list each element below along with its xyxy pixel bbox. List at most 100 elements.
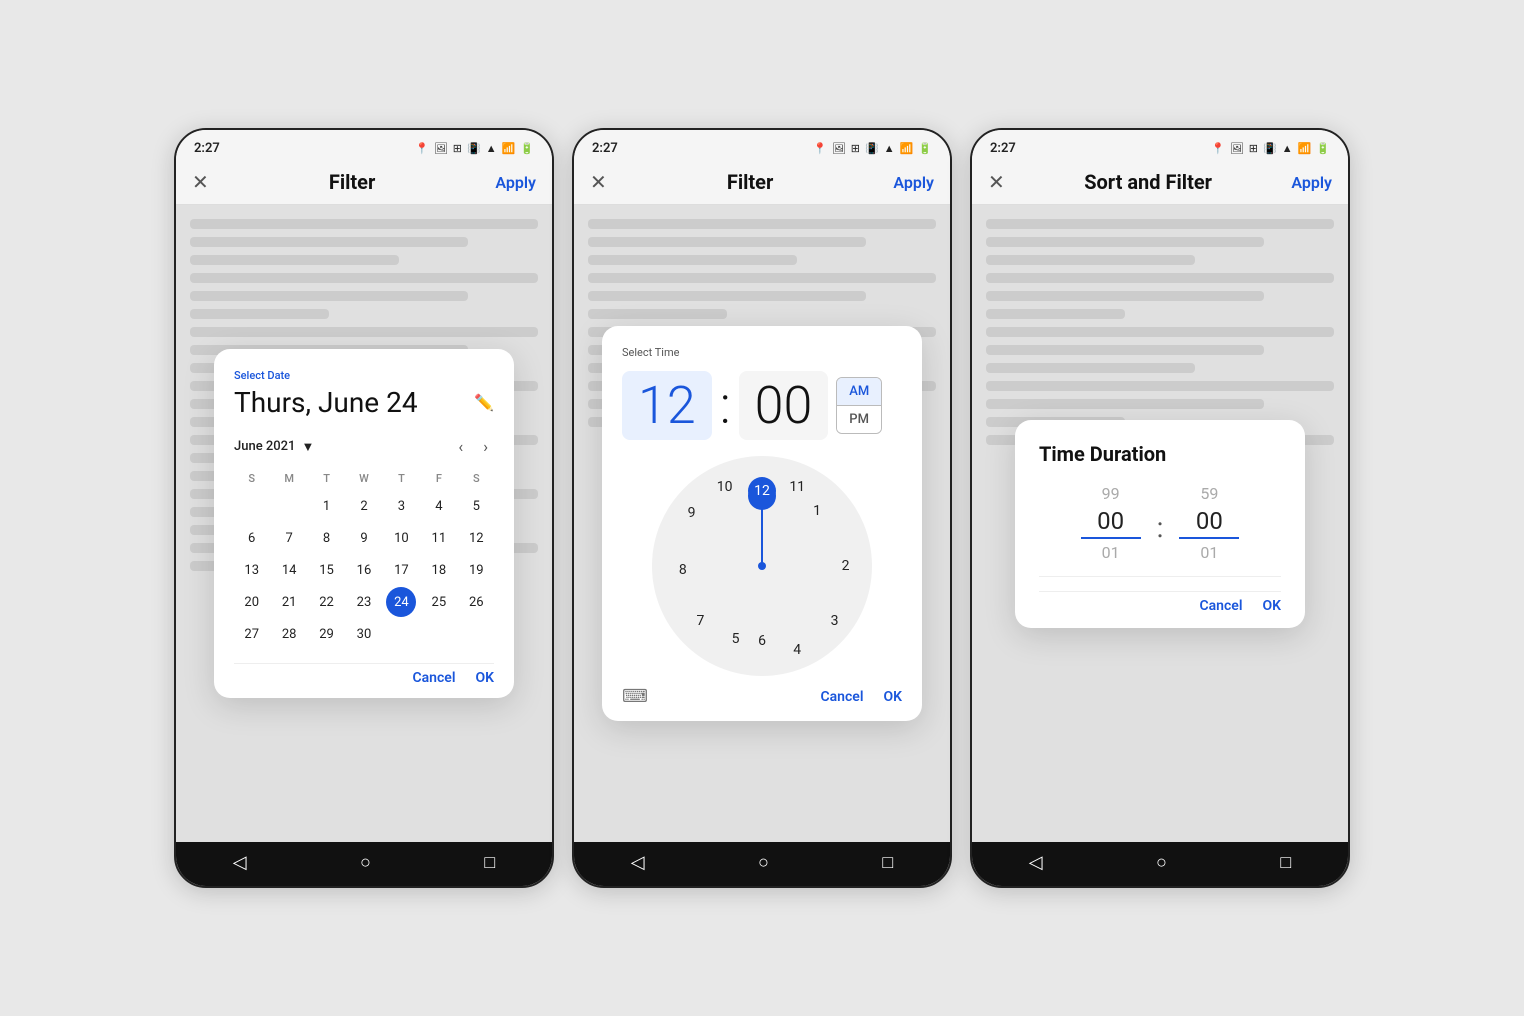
location-icon-3: 📍 bbox=[1211, 142, 1225, 155]
cal-day-30[interactable]: 30 bbox=[349, 619, 379, 649]
cal-day-11[interactable]: 11 bbox=[424, 523, 454, 553]
prev-month-button[interactable]: ‹ bbox=[452, 435, 469, 458]
vibrate-icon-3: 📳 bbox=[1263, 142, 1277, 155]
app-title-3: Sort and Filter bbox=[1084, 170, 1212, 194]
recents-icon-2[interactable]: □ bbox=[882, 852, 893, 873]
duration-dialog-actions: Cancel OK bbox=[1039, 591, 1281, 614]
cal-day-empty bbox=[461, 619, 491, 649]
app-bar-2: ✕ Filter Apply bbox=[574, 162, 950, 205]
duration-dialog: Time Duration 99 00 01 : 59 00 01 bbox=[1015, 420, 1305, 628]
clock-num-4[interactable]: 4 bbox=[793, 642, 801, 658]
cal-day-1[interactable]: 1 bbox=[312, 491, 342, 521]
close-button-2[interactable]: ✕ bbox=[590, 170, 607, 194]
clock-num-11[interactable]: 11 bbox=[789, 479, 805, 495]
duration-title: Time Duration bbox=[1039, 442, 1281, 466]
back-icon-1[interactable]: ◁ bbox=[233, 852, 247, 873]
keyboard-icon[interactable]: ⌨ bbox=[622, 686, 648, 707]
clock-num-7[interactable]: 7 bbox=[696, 613, 704, 629]
clock-num-8[interactable]: 8 bbox=[679, 562, 687, 578]
app-bar-3: ✕ Sort and Filter Apply bbox=[972, 162, 1348, 205]
recents-icon-3[interactable]: □ bbox=[1280, 852, 1291, 873]
close-button-1[interactable]: ✕ bbox=[192, 170, 209, 194]
clock-hand bbox=[761, 496, 763, 566]
calendar-cancel-button[interactable]: Cancel bbox=[413, 670, 456, 686]
clock-num-10[interactable]: 10 bbox=[717, 479, 733, 495]
apply-button-3[interactable]: Apply bbox=[1291, 173, 1332, 192]
home-icon-2[interactable]: ○ bbox=[758, 852, 769, 873]
close-button-3[interactable]: ✕ bbox=[988, 170, 1005, 194]
cal-day-2[interactable]: 2 bbox=[349, 491, 379, 521]
cal-day-9[interactable]: 9 bbox=[349, 523, 379, 553]
cal-day-20[interactable]: 20 bbox=[237, 587, 267, 617]
next-month-button[interactable]: › bbox=[477, 435, 494, 458]
cal-day-25[interactable]: 25 bbox=[424, 587, 454, 617]
calendar-dialog-overlay: Select Date Thurs, June 24 ✏️ June 2021 … bbox=[176, 205, 552, 842]
duration-value-hours[interactable]: 00 bbox=[1081, 507, 1141, 539]
clock-num-3[interactable]: 3 bbox=[831, 613, 839, 629]
battery-icon-2: 🔋 bbox=[918, 142, 932, 155]
status-bar-1: 2:27 📍 🖼 ⊞ 📳 ▲ 📶 🔋 bbox=[176, 130, 552, 162]
cal-day-23[interactable]: 23 bbox=[349, 587, 379, 617]
image-icon-2: 🖼 bbox=[832, 142, 846, 155]
cal-day-19[interactable]: 19 bbox=[461, 555, 491, 585]
wifi-icon: ▲ bbox=[486, 142, 497, 155]
cal-day-8[interactable]: 8 bbox=[312, 523, 342, 553]
duration-row: 99 00 01 : 59 00 01 bbox=[1039, 484, 1281, 562]
recents-icon-1[interactable]: □ bbox=[484, 852, 495, 873]
duration-cancel-button[interactable]: Cancel bbox=[1200, 598, 1243, 614]
am-button[interactable]: AM bbox=[837, 378, 881, 405]
cal-day-28[interactable]: 28 bbox=[274, 619, 304, 649]
home-icon-1[interactable]: ○ bbox=[360, 852, 371, 873]
clock-num-5[interactable]: 5 bbox=[732, 631, 740, 647]
time-cancel-button[interactable]: Cancel bbox=[821, 689, 864, 705]
cal-day-13[interactable]: 13 bbox=[237, 555, 267, 585]
cal-day-22[interactable]: 22 bbox=[312, 587, 342, 617]
cal-day-15[interactable]: 15 bbox=[312, 555, 342, 585]
status-icons-1: 📍 🖼 ⊞ 📳 ▲ 📶 🔋 bbox=[415, 142, 534, 155]
duration-below-hours: 01 bbox=[1102, 543, 1120, 562]
cal-day-18[interactable]: 18 bbox=[424, 555, 454, 585]
month-year-label[interactable]: June 2021 ▼ bbox=[234, 439, 314, 455]
apply-button-1[interactable]: Apply bbox=[495, 173, 536, 192]
time-minutes-input[interactable]: 00 bbox=[739, 371, 829, 440]
image-icon-3: 🖼 bbox=[1230, 142, 1244, 155]
time-hours-input[interactable]: 12 bbox=[622, 371, 712, 440]
calendar-dialog: Select Date Thurs, June 24 ✏️ June 2021 … bbox=[214, 349, 514, 698]
cal-day-12[interactable]: 12 bbox=[461, 523, 491, 553]
time-ok-button[interactable]: OK bbox=[883, 689, 902, 705]
duration-ok-button[interactable]: OK bbox=[1262, 598, 1281, 614]
cal-day-16[interactable]: 16 bbox=[349, 555, 379, 585]
cal-day-21[interactable]: 21 bbox=[274, 587, 304, 617]
home-icon-3[interactable]: ○ bbox=[1156, 852, 1167, 873]
clock-num-6[interactable]: 6 bbox=[758, 633, 766, 649]
clock-num-12[interactable]: 12 bbox=[748, 477, 776, 505]
cal-day-17[interactable]: 17 bbox=[386, 555, 416, 585]
clock-num-2[interactable]: 2 bbox=[842, 558, 850, 574]
image-icon: 🖼 bbox=[434, 142, 448, 155]
day-header-m: M bbox=[271, 468, 306, 489]
apply-button-2[interactable]: Apply bbox=[893, 173, 934, 192]
clock-num-1[interactable]: 1 bbox=[813, 503, 821, 519]
cal-day-7[interactable]: 7 bbox=[274, 523, 304, 553]
clock-num-9[interactable]: 9 bbox=[688, 505, 696, 521]
cal-day-6[interactable]: 6 bbox=[237, 523, 267, 553]
status-bar-3: 2:27 📍 🖼 ⊞ 📳 ▲ 📶 🔋 bbox=[972, 130, 1348, 162]
cal-day-14[interactable]: 14 bbox=[274, 555, 304, 585]
cal-day-26[interactable]: 26 bbox=[461, 587, 491, 617]
cal-day-4[interactable]: 4 bbox=[424, 491, 454, 521]
back-icon-3[interactable]: ◁ bbox=[1029, 852, 1043, 873]
day-header-t2: T bbox=[384, 468, 419, 489]
calendar-ok-button[interactable]: OK bbox=[475, 670, 494, 686]
cal-day-24-selected[interactable]: 24 bbox=[386, 587, 416, 617]
cal-day-10[interactable]: 10 bbox=[386, 523, 416, 553]
cal-day-29[interactable]: 29 bbox=[312, 619, 342, 649]
phone-content-3: Time Duration 99 00 01 : 59 00 01 bbox=[972, 205, 1348, 842]
back-icon-2[interactable]: ◁ bbox=[631, 852, 645, 873]
duration-value-minutes[interactable]: 00 bbox=[1179, 507, 1239, 539]
cal-day-5[interactable]: 5 bbox=[461, 491, 491, 521]
cal-day-3[interactable]: 3 bbox=[386, 491, 416, 521]
cal-day-27[interactable]: 27 bbox=[237, 619, 267, 649]
pm-button[interactable]: PM bbox=[837, 406, 881, 433]
edit-icon[interactable]: ✏️ bbox=[474, 393, 494, 412]
time-dialog-footer: ⌨ Cancel OK bbox=[622, 686, 902, 707]
